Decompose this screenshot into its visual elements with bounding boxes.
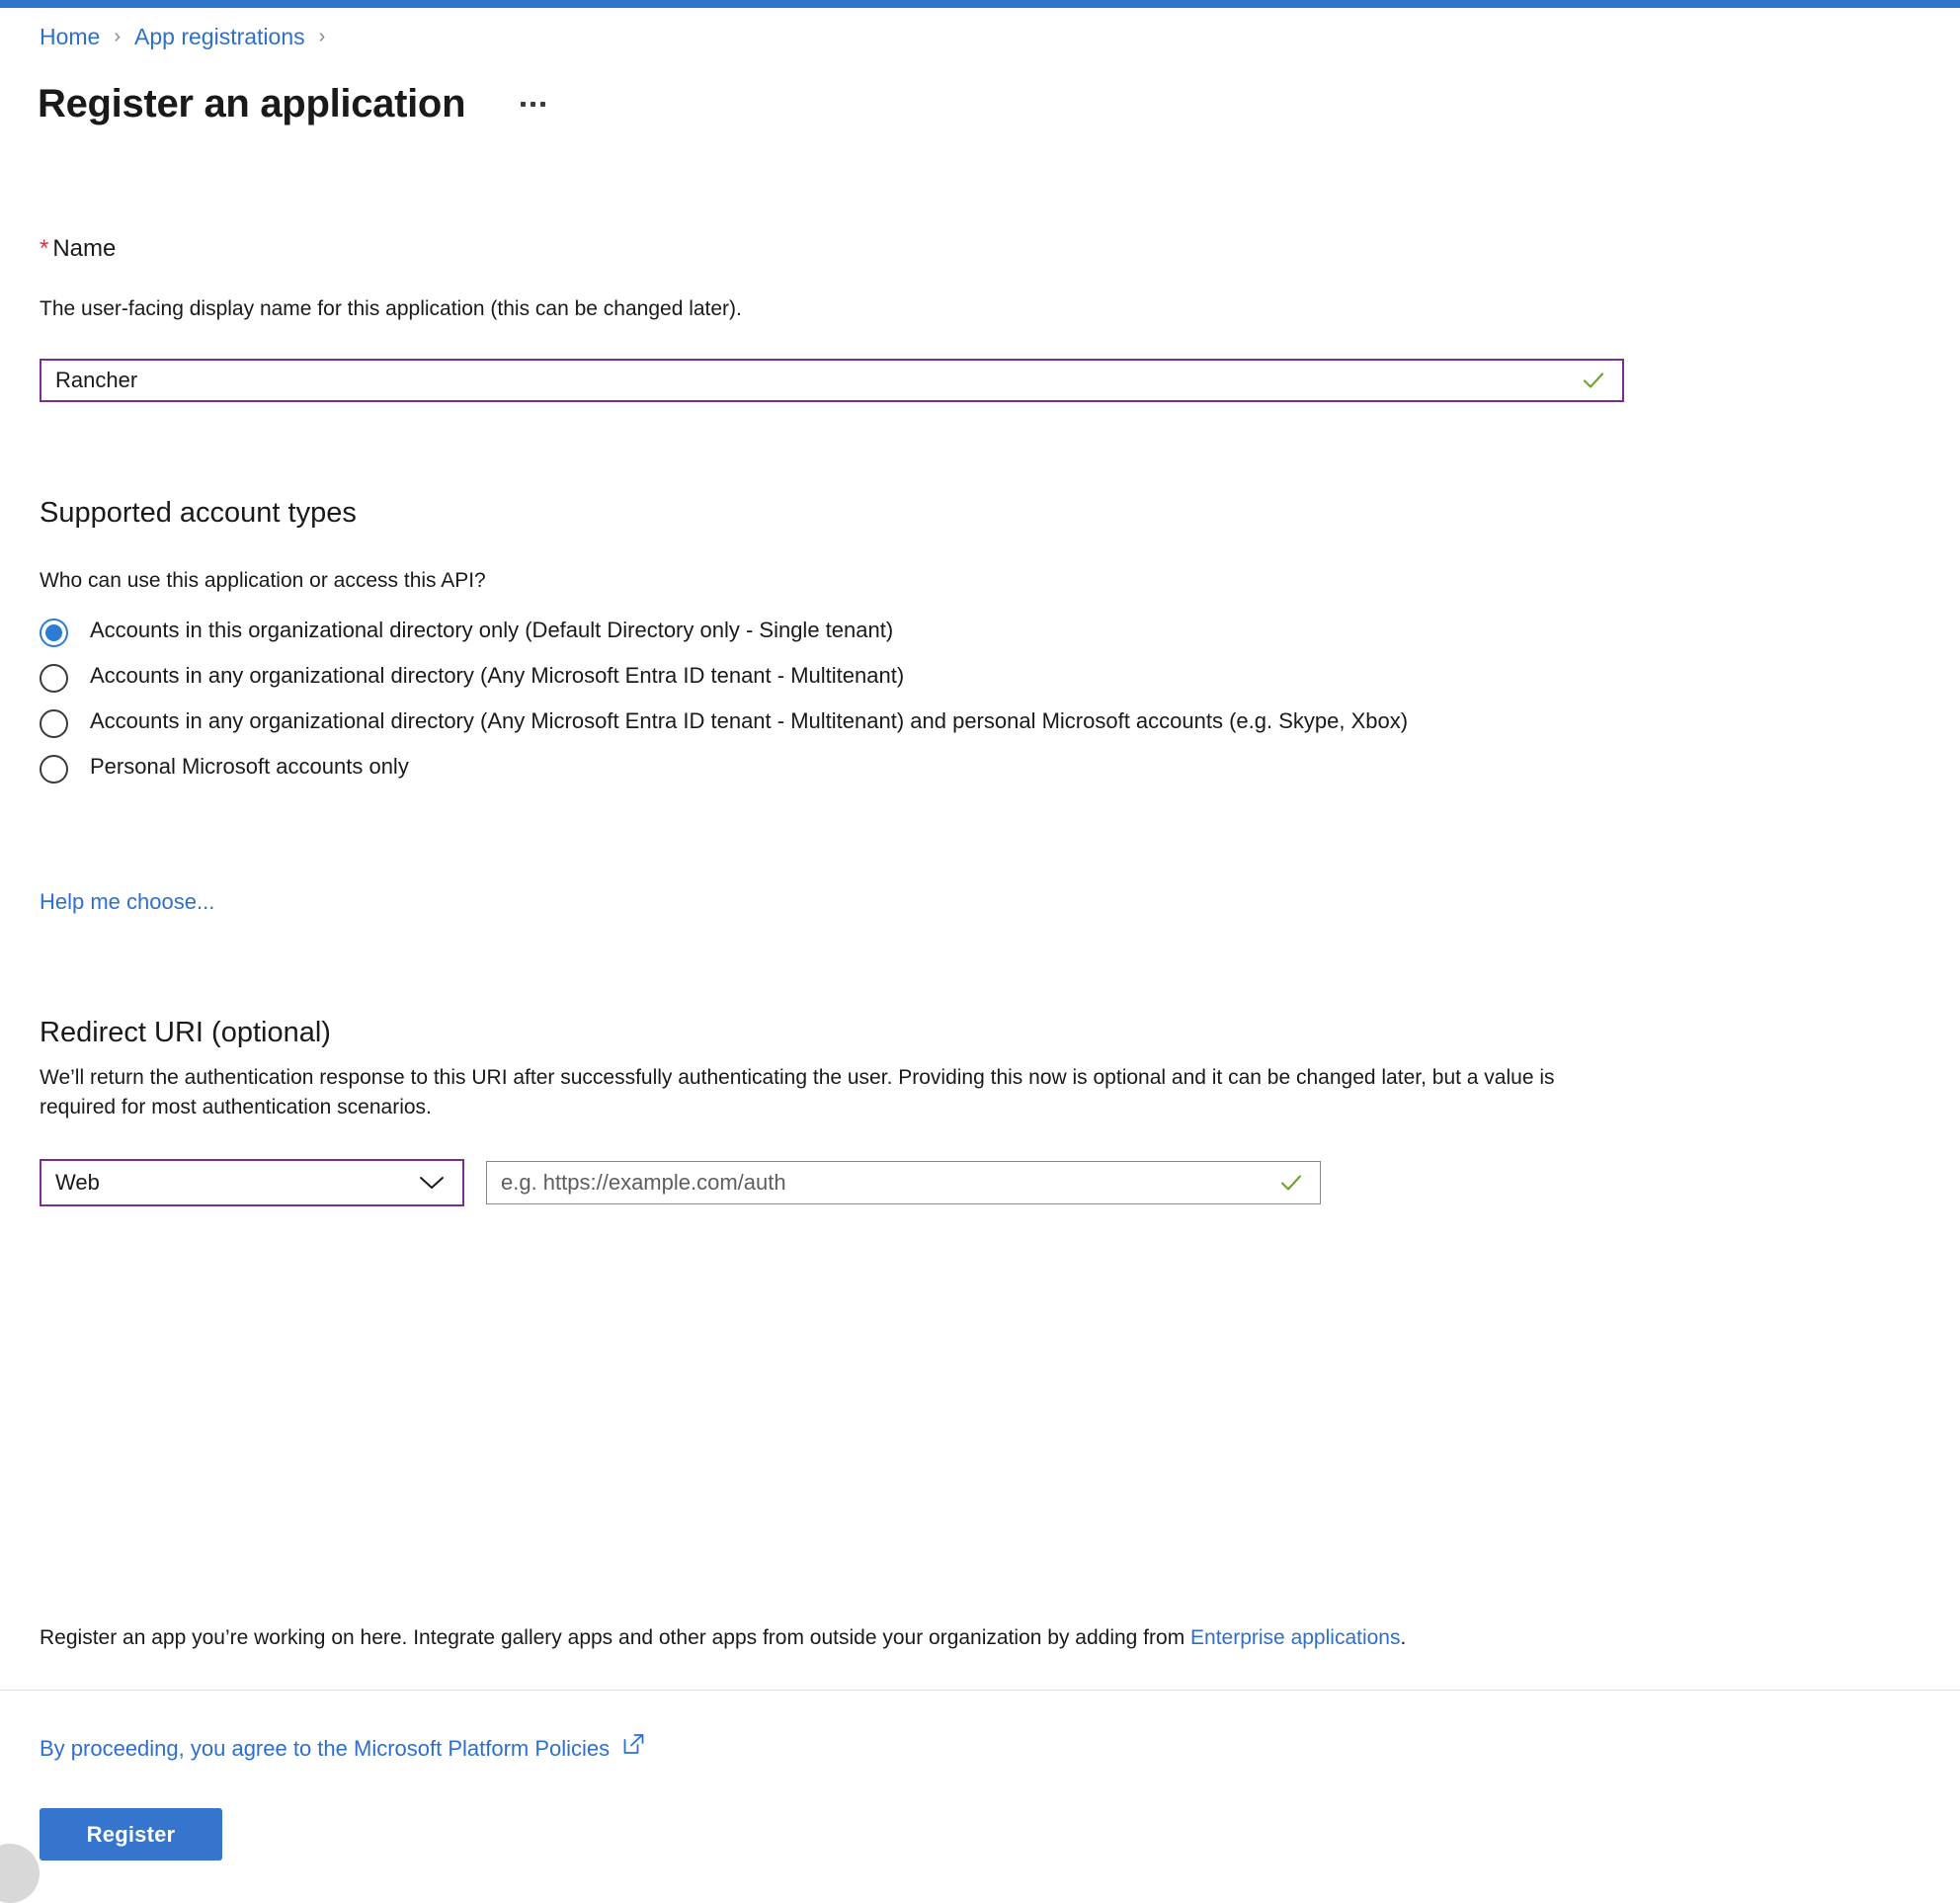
register-application-page: Home › App registrations › Register an a… (0, 8, 1960, 1883)
name-input[interactable] (41, 361, 1581, 400)
redirect-uri-description: We’ll return the authentication response… (40, 1066, 1555, 1118)
page-header: Register an application (38, 79, 554, 128)
redirect-uri-platform-select[interactable]: Web (40, 1159, 464, 1206)
footer-note-text-after: . (1400, 1626, 1407, 1649)
checkmark-icon (1583, 372, 1604, 388)
chevron-right-icon: › (114, 26, 122, 47)
chevron-right-icon: › (318, 26, 326, 47)
breadcrumb-item-app-registrations[interactable]: App registrations (134, 22, 305, 51)
radio-option-single-tenant[interactable]: Accounts in this organizational director… (40, 616, 1640, 647)
redirect-uri-input-wrapper[interactable] (486, 1161, 1321, 1204)
ellipsis-dot (530, 101, 535, 107)
redirect-uri-heading: Redirect URI (optional) (40, 1017, 331, 1048)
required-indicator: * (40, 235, 49, 262)
more-options-icon[interactable] (511, 82, 554, 125)
top-accent-bar (0, 0, 1960, 8)
chevron-down-icon (419, 1175, 462, 1191)
external-link-icon (621, 1732, 646, 1765)
radio-mark-icon (40, 709, 68, 738)
radio-option-label: Accounts in any organizational directory… (90, 663, 905, 688)
platform-policies-link[interactable]: By proceeding, you agree to the Microsof… (40, 1732, 646, 1765)
radio-option-personal-only[interactable]: Personal Microsoft accounts only (40, 752, 1640, 784)
radio-mark-icon (40, 619, 68, 647)
ellipsis-dot (520, 101, 526, 107)
radio-option-multitenant-and-personal[interactable]: Accounts in any organizational directory… (40, 706, 1640, 738)
page-title: Register an application (38, 82, 466, 125)
name-input-wrapper[interactable] (40, 359, 1624, 402)
platform-policies-text: By proceeding, you agree to the Microsof… (40, 1735, 611, 1761)
supported-account-types-heading: Supported account types (40, 497, 357, 529)
radio-option-label: Personal Microsoft accounts only (90, 754, 409, 779)
supported-account-types-question: Who can use this application or access t… (40, 569, 486, 592)
footer-divider (0, 1690, 1960, 1691)
enterprise-applications-link[interactable]: Enterprise applications (1190, 1626, 1400, 1649)
name-field-label: * Name (40, 233, 116, 265)
footer-note-text-before: Register an app you’re working on here. … (40, 1626, 1191, 1649)
radio-option-label: Accounts in this organizational director… (90, 618, 894, 642)
radio-option-multitenant[interactable]: Accounts in any organizational directory… (40, 661, 1640, 693)
register-button[interactable]: Register (40, 1808, 222, 1861)
breadcrumb-item-home[interactable]: Home (40, 22, 100, 51)
redirect-uri-input[interactable] (487, 1162, 1278, 1203)
help-me-choose-link[interactable]: Help me choose... (40, 887, 214, 917)
name-label-text: Name (52, 235, 117, 262)
account-type-radio-group: Accounts in this organizational director… (40, 616, 1640, 797)
name-field-description: The user-facing display name for this ap… (40, 297, 742, 320)
radio-mark-icon (40, 664, 68, 693)
breadcrumb: Home › App registrations › (40, 22, 339, 51)
radio-option-label: Accounts in any organizational directory… (90, 708, 1409, 733)
redirect-uri-platform-value: Web (55, 1170, 100, 1195)
checkmark-icon (1280, 1175, 1302, 1191)
footer-note: Register an app you’re working on here. … (40, 1623, 1867, 1653)
radio-mark-icon (40, 755, 68, 784)
ellipsis-dot (539, 101, 545, 107)
